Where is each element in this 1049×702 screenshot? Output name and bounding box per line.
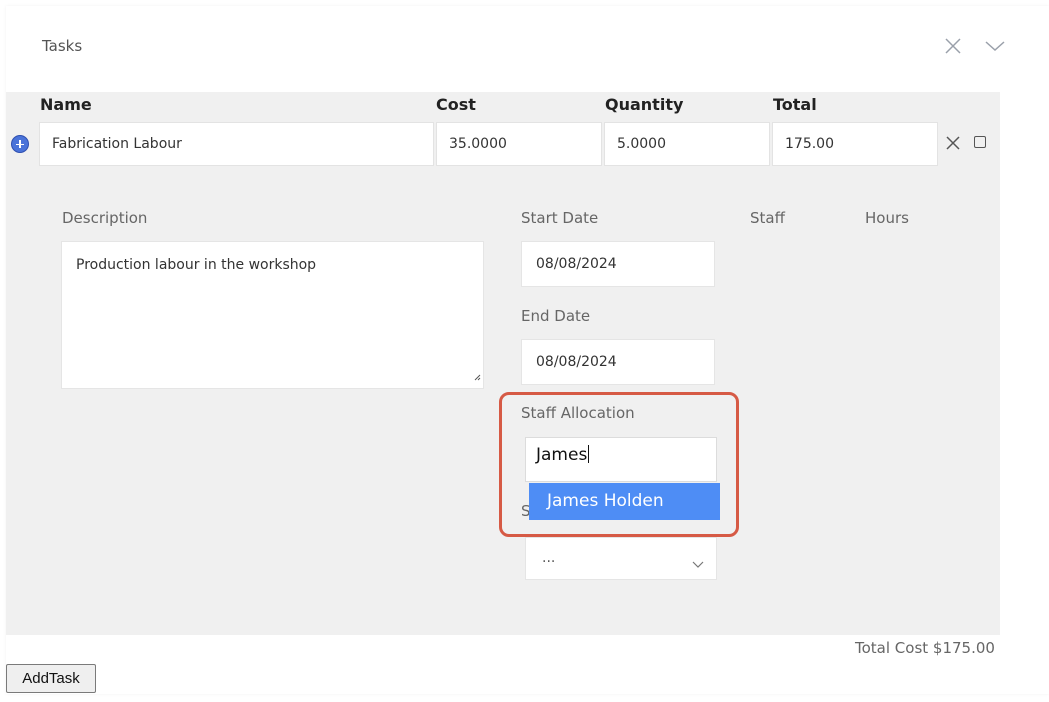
total-cost: Total Cost $175.00: [855, 639, 995, 657]
column-header-bar: [6, 92, 1000, 118]
total-field[interactable]: 175.00: [772, 122, 938, 166]
close-icon[interactable]: [943, 36, 963, 60]
staff-label: Staff: [750, 209, 785, 227]
delete-row-icon[interactable]: [945, 135, 961, 155]
column-header-total: Total: [773, 95, 817, 114]
column-header-name: Name: [40, 95, 92, 114]
description-text: Production labour in the workshop: [76, 257, 317, 273]
column-header-cost: Cost: [436, 95, 476, 114]
text-caret: [588, 445, 590, 463]
start-date-field[interactable]: 08/08/2024: [521, 241, 715, 287]
staff-allocation-label: Staff Allocation: [521, 404, 635, 422]
description-label: Description: [62, 209, 148, 227]
add-task-button[interactable]: AddTask: [6, 664, 96, 693]
staff-select-value: ...: [542, 550, 556, 566]
end-date-field[interactable]: 08/08/2024: [521, 339, 715, 385]
staff-select[interactable]: ...: [525, 537, 717, 580]
hours-label: Hours: [865, 209, 909, 227]
staff-allocation-input[interactable]: James: [525, 437, 717, 482]
resize-handle-icon[interactable]: [474, 368, 481, 386]
end-date-label: End Date: [521, 307, 591, 325]
chevron-down-icon: [692, 554, 704, 573]
panel-title: Tasks: [42, 37, 83, 55]
staff-allocation-input-text: James: [536, 445, 588, 465]
autocomplete-suggestion[interactable]: James Holden: [529, 483, 720, 520]
row-checkbox[interactable]: [974, 136, 986, 148]
chevron-down-icon[interactable]: [984, 36, 1006, 60]
expand-row-icon[interactable]: [11, 135, 29, 153]
start-date-label: Start Date: [521, 209, 599, 227]
quantity-field[interactable]: 5.0000: [604, 122, 770, 166]
column-header-quantity: Quantity: [605, 95, 684, 114]
cost-field[interactable]: 35.0000: [436, 122, 602, 166]
description-textarea[interactable]: Production labour in the workshop: [61, 241, 484, 389]
name-field[interactable]: Fabrication Labour: [39, 122, 434, 166]
